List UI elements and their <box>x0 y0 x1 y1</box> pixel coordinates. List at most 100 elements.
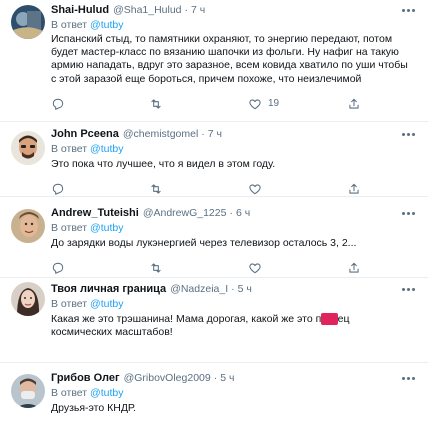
reply-mention-link[interactable]: @tutby <box>90 19 123 31</box>
tweet-header: John Pceena @chemistgomel · 7 ч <box>51 127 420 142</box>
reply-context: В ответ @tutby <box>51 386 420 400</box>
more-icon[interactable] <box>400 2 416 16</box>
reply-context: В ответ @tutby <box>51 297 420 311</box>
tweet-header: Твоя личная граница @Nadzeia_I · 5 ч <box>51 282 420 297</box>
user-handle[interactable]: @Nadzeia_I <box>170 282 228 297</box>
retweet-button[interactable] <box>149 181 163 197</box>
tweet-text-line: Испанский стыд, то памятники охраняют, т… <box>51 33 393 45</box>
avatar[interactable] <box>11 209 45 243</box>
reply-mention-link[interactable]: @tutby <box>90 143 123 155</box>
avatar-image <box>11 131 45 165</box>
separator-dot: · <box>201 128 205 140</box>
avatar[interactable] <box>11 131 45 165</box>
tweet[interactable]: John Pceena @chemistgomel · 7 ч В ответ … <box>0 122 428 195</box>
reply-icon <box>52 263 64 274</box>
share-button[interactable] <box>347 260 361 276</box>
like-count: 19 <box>268 98 280 110</box>
tweet-text-line: Это пока что лучшее, что я видел в этом … <box>51 158 276 170</box>
more-icon[interactable] <box>400 370 416 384</box>
reply-context: В ответ @tutby <box>51 18 420 32</box>
display-name[interactable]: Andrew_Tuteishi <box>51 206 139 221</box>
like-button[interactable] <box>248 260 262 276</box>
tweet-actions <box>51 260 420 276</box>
reply-prefix: В ответ <box>51 298 88 310</box>
reply-context: В ответ @tutby <box>51 142 420 156</box>
user-handle[interactable]: @Sha1_Hulud <box>113 3 181 18</box>
tweet-header: Andrew_Tuteishi @AndrewG_1225 · 6 ч <box>51 206 420 221</box>
tweet-text-line: космических масштабов! <box>51 326 173 339</box>
like-button[interactable]: 19 <box>248 96 279 112</box>
tweet[interactable]: Andrew_Tuteishi @AndrewG_1225 · 6 ч В от… <box>0 197 428 277</box>
reply-prefix: В ответ <box>51 387 88 399</box>
reply-button[interactable] <box>51 181 65 197</box>
tweet-text-line: До зарядки воды лукэнергией через телеви… <box>51 237 357 249</box>
separator-dot: · <box>213 372 218 384</box>
tweet-actions <box>51 181 420 197</box>
tweet[interactable]: Shai-Hulud @Sha1_Hulud · 7 ч В ответ @tu… <box>0 0 428 121</box>
tweet-text-line: Друзья-это КНДР. <box>51 402 136 414</box>
tweet-text-line: Какая же это трэшанина! Мама дорогая, ка… <box>51 313 420 326</box>
heart-icon <box>249 99 261 110</box>
avatar[interactable] <box>11 374 45 408</box>
tweet-text-line: будет мастер-класс по вязанию шапочки из… <box>51 46 399 59</box>
avatar[interactable] <box>11 5 45 39</box>
reply-prefix: В ответ <box>51 19 88 31</box>
avatar-image <box>11 5 45 39</box>
timestamp[interactable]: 5 ч <box>220 371 234 386</box>
share-icon <box>349 184 359 194</box>
more-icon[interactable] <box>400 126 416 140</box>
share-button[interactable] <box>347 181 361 197</box>
tweet-text: Испанский стыд, то памятники охраняют, т… <box>51 33 420 86</box>
reply-icon <box>52 184 64 195</box>
tweet-text-line: с этой заразой еще бороться, причем похо… <box>51 72 362 85</box>
retweet-button[interactable] <box>149 260 163 276</box>
reply-button[interactable] <box>51 260 65 276</box>
share-icon <box>349 98 359 109</box>
avatar[interactable] <box>11 282 45 316</box>
reply-prefix: В ответ <box>51 222 88 234</box>
tweet-actions: 19 <box>51 96 420 112</box>
heart-icon <box>249 184 261 195</box>
tweet-header: Грибов Олег @GribovOleg2009 · 5 ч <box>51 371 420 386</box>
reply-mention-link[interactable]: @tutby <box>90 222 123 234</box>
share-icon <box>349 263 359 273</box>
tweet[interactable]: Твоя личная граница @Nadzeia_I · 5 ч В о… <box>0 278 428 362</box>
heart-icon <box>249 263 261 274</box>
retweet-icon <box>151 184 161 194</box>
user-handle[interactable]: @chemistgomel <box>123 127 198 142</box>
timestamp[interactable]: 5 ч <box>238 282 252 297</box>
user-handle[interactable]: @AndrewG_1225 <box>143 206 227 221</box>
reply-mention-link[interactable]: @tutby <box>90 387 123 399</box>
reply-context: В ответ @tutby <box>51 221 420 235</box>
like-button[interactable] <box>248 181 262 197</box>
tweet-text-segment: Какая же это трэшанина! Мама дорогая, ка… <box>51 313 322 325</box>
more-icon[interactable] <box>400 281 416 295</box>
display-name[interactable]: Грибов Олег <box>51 371 120 386</box>
display-name[interactable]: Shai-Hulud <box>51 3 109 18</box>
more-icon[interactable] <box>400 205 416 219</box>
tweet-header: Shai-Hulud @Sha1_Hulud · 7 ч <box>51 3 420 18</box>
separator-dot: · <box>231 283 235 295</box>
reply-icon <box>52 98 64 110</box>
display-name[interactable]: Твоя личная граница <box>51 282 166 297</box>
avatar-image <box>11 374 45 408</box>
separator-dot: · <box>229 207 233 219</box>
retweet-icon <box>151 263 161 273</box>
tweet-text-segment: ец <box>337 313 350 325</box>
timestamp[interactable]: 7 ч <box>208 127 222 142</box>
retweet-icon <box>151 99 161 109</box>
user-handle[interactable]: @GribovOleg2009 <box>124 371 211 386</box>
retweet-button[interactable] <box>149 96 163 112</box>
display-name[interactable]: John Pceena <box>51 127 119 142</box>
avatar-image <box>11 282 45 316</box>
timestamp[interactable]: 7 ч <box>191 3 205 18</box>
reply-button[interactable] <box>51 96 65 112</box>
tweet[interactable]: Грибов Олег @GribovOleg2009 · 5 ч В отве… <box>0 363 428 439</box>
separator-dot: · <box>184 4 189 16</box>
reply-mention-link[interactable]: @tutby <box>90 298 123 310</box>
avatar-image <box>11 209 45 243</box>
timestamp[interactable]: 6 ч <box>236 206 250 221</box>
censored-word: **** <box>321 313 338 325</box>
share-button[interactable] <box>347 96 361 112</box>
tweet-text-line: армию нападать, вдруг это заразное, всем… <box>51 59 408 72</box>
